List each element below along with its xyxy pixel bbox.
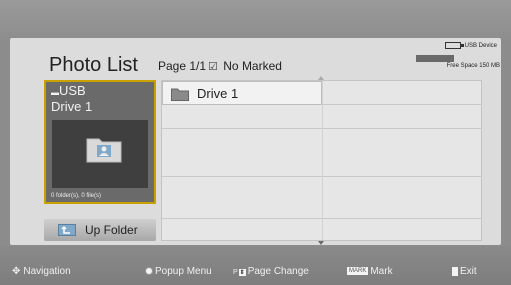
- usb-device-label: USB Device: [464, 43, 497, 50]
- exit-label: Exit: [460, 266, 477, 277]
- footer-page-change: P ⇕ Page Change: [233, 266, 309, 277]
- navigation-icon: ✥: [12, 266, 21, 277]
- footer-navigation: ✥ Navigation: [12, 266, 71, 277]
- up-folder-icon: [58, 224, 76, 236]
- drive-label-line2: Drive 1: [51, 99, 93, 114]
- page-indicator: Page 1/1: [158, 59, 207, 73]
- page-key-icon: P ⇕: [233, 269, 246, 276]
- drive-label: ▬USB Drive 1: [51, 84, 92, 114]
- grid-divider: [322, 81, 323, 240]
- drive-thumbnail: [52, 120, 148, 188]
- page-info: Page 1/1 ☑ No Marked: [158, 59, 282, 73]
- usb-icon: [444, 42, 464, 49]
- file-list: Drive 1: [161, 80, 482, 241]
- page-title: Photo List: [49, 54, 138, 76]
- footer-mark: MARK Mark: [347, 266, 393, 277]
- up-folder-label: Up Folder: [85, 223, 138, 237]
- exit-icon: [452, 266, 458, 276]
- folder-icon: [171, 88, 189, 101]
- top-background: [0, 0, 511, 40]
- free-space-label: Free Space 150 MB: [446, 63, 500, 69]
- mark-label: Mark: [370, 266, 393, 277]
- checkbox-icon: ☑: [208, 61, 218, 73]
- footer-exit: Exit: [452, 266, 477, 277]
- ok-button-icon: [145, 267, 153, 276]
- footer-popup-menu: Popup Menu: [145, 266, 212, 277]
- photo-folder-icon: [86, 138, 122, 163]
- page-change-label: Page Change: [247, 266, 309, 277]
- navigation-label: Navigation: [23, 266, 71, 277]
- list-item-name: Drive 1: [197, 86, 239, 101]
- storage-usage-bar: [416, 55, 454, 62]
- mark-key-icon: MARK: [347, 267, 369, 276]
- usb-device-info: USB Device: [413, 42, 497, 51]
- popup-menu-label: Popup Menu: [155, 266, 212, 277]
- footer-bar: ✥ Navigation Popup Menu P ⇕ Page Change MAR…: [0, 246, 511, 285]
- current-drive-card[interactable]: ▬USB Drive 1 0 folder(s), 0 file(s): [44, 80, 156, 204]
- folder-file-count: 0 folder(s), 0 file(s): [51, 193, 102, 199]
- scroll-down-icon[interactable]: [318, 241, 324, 245]
- mark-status: No Marked: [223, 59, 282, 73]
- usb-drive-icon: ▬: [51, 88, 59, 97]
- list-item[interactable]: Drive 1: [162, 81, 322, 105]
- up-folder-button[interactable]: Up Folder: [44, 219, 156, 241]
- drive-label-line1: USB: [59, 83, 86, 98]
